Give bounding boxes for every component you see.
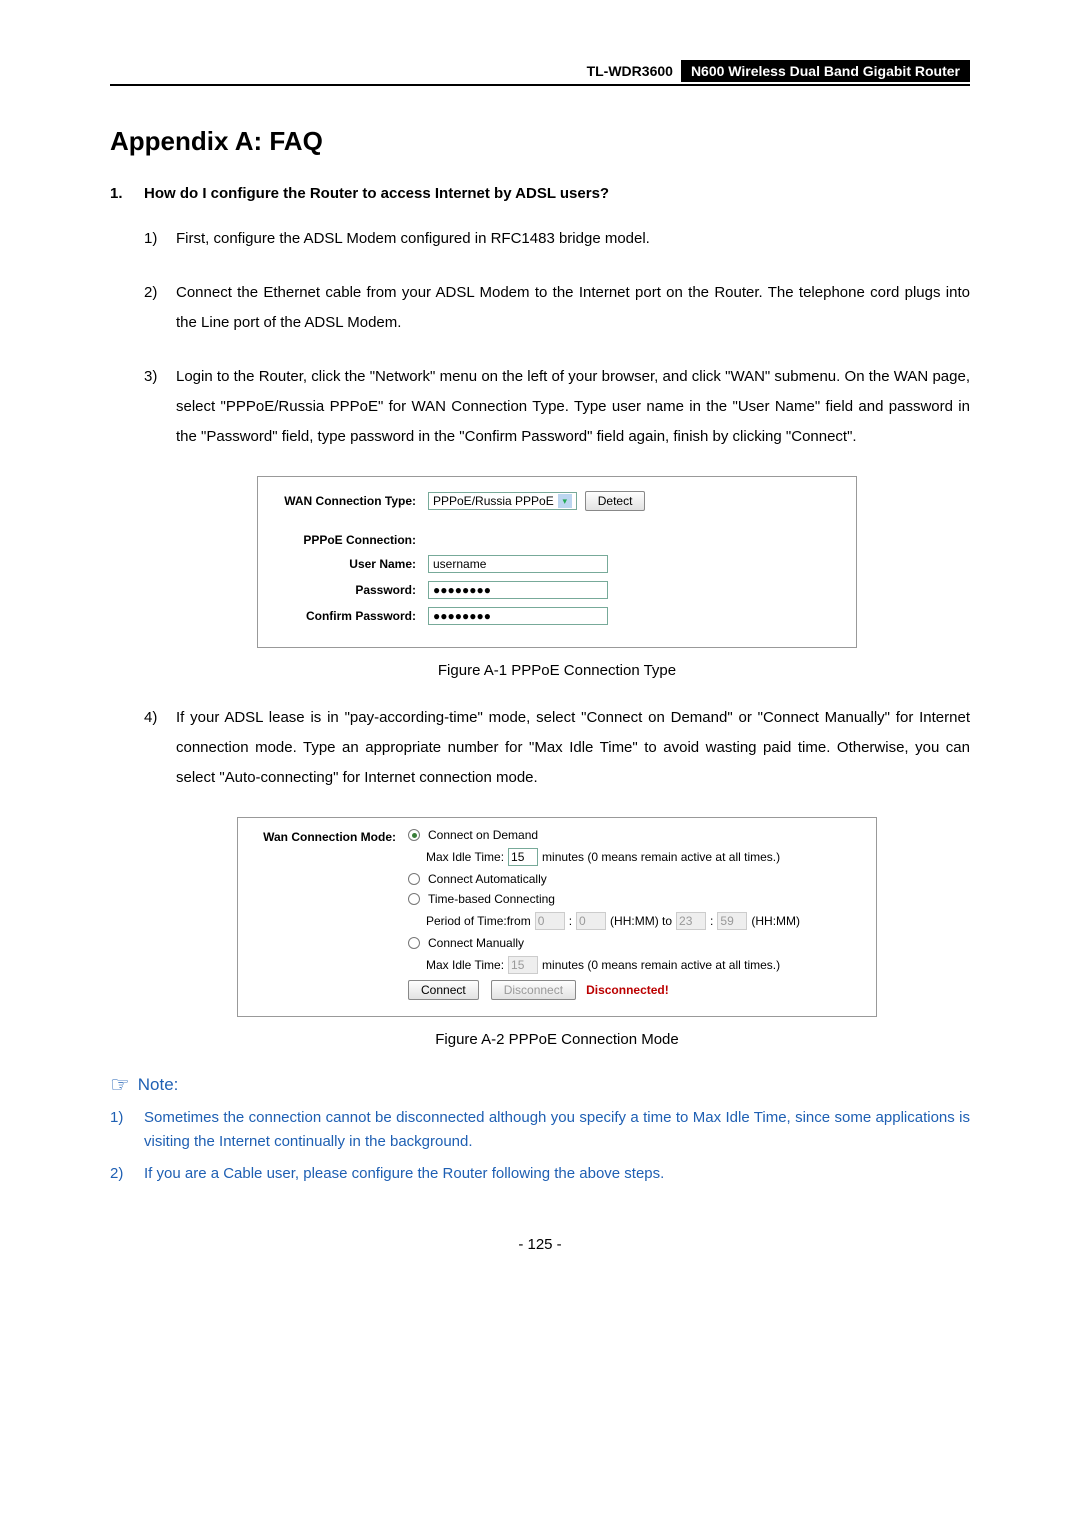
step-text: Login to the Router, click the "Network"… <box>176 362 970 452</box>
radio-on-demand[interactable] <box>408 829 420 841</box>
note-num: 1) <box>110 1106 144 1154</box>
note-item: 1) Sometimes the connection cannot be di… <box>110 1106 970 1154</box>
hhmm-to: (HH:MM) to <box>610 914 672 928</box>
detect-button[interactable]: Detect <box>585 491 646 511</box>
username-input[interactable]: username <box>428 555 608 573</box>
period-from-hh[interactable]: 0 <box>535 912 565 930</box>
max-idle-input-2[interactable]: 15 <box>508 956 538 974</box>
confirm-password-label: Confirm Password: <box>278 609 428 623</box>
step-text: First, configure the ADSL Modem configur… <box>176 224 650 254</box>
radio-time-based[interactable] <box>408 893 420 905</box>
figure-2-caption: Figure A-2 PPPoE Connection Mode <box>144 1031 970 1048</box>
wan-type-select[interactable]: PPPoE/Russia PPPoE ▾ <box>428 492 577 510</box>
note-text: If you are a Cable user, please configur… <box>144 1162 664 1186</box>
figure-1-container: WAN Connection Type: PPPoE/Russia PPPoE … <box>144 476 970 679</box>
confirm-password-input[interactable]: ●●●●●●●● <box>428 607 608 625</box>
step-item: 1) First, configure the ADSL Modem confi… <box>144 224 970 254</box>
max-idle-label-2: Max Idle Time: <box>426 958 504 972</box>
password-label: Password: <box>278 583 428 597</box>
manually-label: Connect Manually <box>428 936 524 950</box>
pppoe-conn-label: PPPoE Connection: <box>278 533 428 547</box>
model-label: TL-WDR3600 <box>587 63 673 79</box>
figure-2-container: Wan Connection Mode: Connect on Demand M… <box>144 817 970 1048</box>
note-list: 1) Sometimes the connection cannot be di… <box>110 1106 970 1186</box>
max-idle-suffix: minutes (0 means remain active at all ti… <box>542 850 780 864</box>
step-num: 3) <box>144 362 176 452</box>
username-label: User Name: <box>278 557 428 571</box>
note-heading: ☞ Note: <box>110 1072 970 1098</box>
password-input[interactable]: ●●●●●●●● <box>428 581 608 599</box>
period-label: Period of Time:from <box>426 914 531 928</box>
time-based-label: Time-based Connecting <box>428 892 555 906</box>
radio-auto[interactable] <box>408 873 420 885</box>
step-text: If your ADSL lease is in "pay-according-… <box>176 703 970 793</box>
auto-label: Connect Automatically <box>428 872 547 886</box>
question-heading: 1. How do I configure the Router to acce… <box>110 185 970 202</box>
note-item: 2) If you are a Cable user, please confi… <box>110 1162 970 1186</box>
product-name: N600 Wireless Dual Band Gigabit Router <box>681 60 970 82</box>
note-num: 2) <box>110 1162 144 1186</box>
wan-type-label: WAN Connection Type: <box>278 494 428 508</box>
question-number: 1. <box>110 185 144 202</box>
hhmm-label: (HH:MM) <box>751 914 800 928</box>
step-num: 1) <box>144 224 176 254</box>
connection-status: Disconnected! <box>586 983 669 997</box>
radio-manually[interactable] <box>408 937 420 949</box>
max-idle-suffix-2: minutes (0 means remain active at all ti… <box>542 958 780 972</box>
period-to-hh[interactable]: 23 <box>676 912 706 930</box>
conn-mode-label: Wan Connection Mode: <box>248 828 408 844</box>
figure-1-caption: Figure A-1 PPPoE Connection Type <box>144 662 970 679</box>
period-from-mm[interactable]: 0 <box>576 912 606 930</box>
steps-list: 1) First, configure the ADSL Modem confi… <box>110 224 970 452</box>
connect-button[interactable]: Connect <box>408 980 479 1000</box>
step-text: Connect the Ethernet cable from your ADS… <box>176 278 970 338</box>
header-bar: TL-WDR3600 N600 Wireless Dual Band Gigab… <box>110 60 970 86</box>
step-num: 4) <box>144 703 176 793</box>
step-item: 4) If your ADSL lease is in "pay-accordi… <box>144 703 970 793</box>
step-item: 3) Login to the Router, click the "Netwo… <box>144 362 970 452</box>
period-to-mm[interactable]: 59 <box>717 912 747 930</box>
figure-1-box: WAN Connection Type: PPPoE/Russia PPPoE … <box>257 476 857 648</box>
wan-type-value: PPPoE/Russia PPPoE <box>433 494 554 508</box>
figure-2-box: Wan Connection Mode: Connect on Demand M… <box>237 817 877 1017</box>
disconnect-button[interactable]: Disconnect <box>491 980 576 1000</box>
on-demand-label: Connect on Demand <box>428 828 538 842</box>
note-text: Sometimes the connection cannot be disco… <box>144 1106 970 1154</box>
conn-options: Connect on Demand Max Idle Time: 15 minu… <box>408 828 800 1006</box>
max-idle-label: Max Idle Time: <box>426 850 504 864</box>
max-idle-input[interactable]: 15 <box>508 848 538 866</box>
page-title: Appendix A: FAQ <box>110 126 970 157</box>
step-num: 2) <box>144 278 176 338</box>
page-number: - 125 - <box>110 1236 970 1253</box>
question-text: How do I configure the Router to access … <box>144 185 609 202</box>
chevron-down-icon: ▾ <box>558 494 572 508</box>
steps-list-cont: 4) If your ADSL lease is in "pay-accordi… <box>110 703 970 793</box>
note-label: Note: <box>138 1075 179 1095</box>
step-item: 2) Connect the Ethernet cable from your … <box>144 278 970 338</box>
hand-point-icon: ☞ <box>110 1072 130 1098</box>
